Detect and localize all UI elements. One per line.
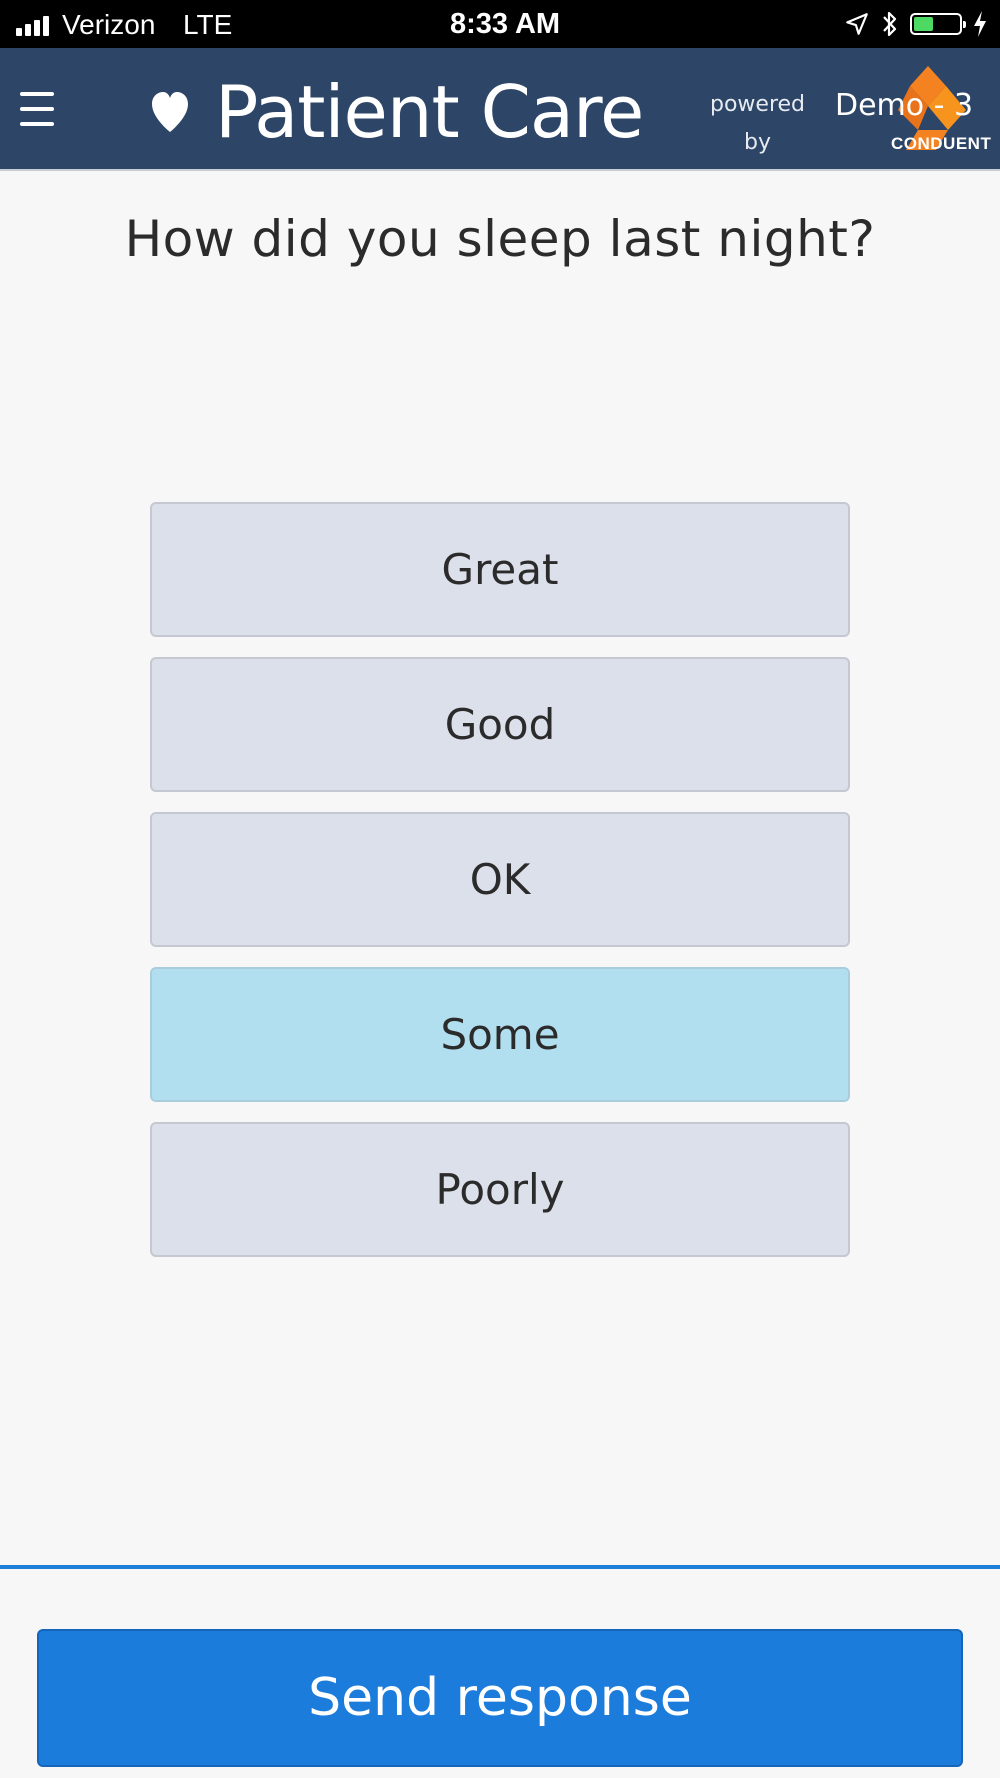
- option-ok[interactable]: OK: [150, 812, 850, 947]
- hamburger-menu-icon[interactable]: [20, 92, 54, 126]
- app-header: Patient Care powered by Demo - 3: [0, 48, 1000, 171]
- charging-bolt-icon: [974, 11, 986, 37]
- logo-text: CONDUENT: [891, 134, 992, 153]
- demo-label: Demo - 3: [835, 88, 974, 123]
- footer-divider: [0, 1565, 1000, 1569]
- status-bar: Verizon LTE 8:33 AM: [0, 0, 1000, 48]
- option-great[interactable]: Great: [150, 502, 850, 637]
- powered-by-line1: powered: [709, 92, 805, 117]
- option-good[interactable]: Good: [150, 657, 850, 792]
- status-icons: [844, 8, 988, 40]
- survey-question: How did you sleep last night?: [124, 210, 876, 268]
- option-poorly[interactable]: Poorly: [150, 1122, 850, 1257]
- option-some[interactable]: Some: [150, 967, 850, 1102]
- powered-by-text: powered by: [705, 86, 810, 162]
- battery-icon: [910, 13, 966, 35]
- heart-icon: [152, 92, 188, 132]
- location-arrow-icon: [846, 13, 868, 35]
- powered-by-line2: by: [744, 130, 771, 155]
- app-title: Patient Care: [215, 70, 644, 154]
- bluetooth-icon: [883, 11, 897, 37]
- answer-options: Great Good OK Some Poorly: [150, 502, 850, 1277]
- send-response-button[interactable]: Send response: [37, 1629, 963, 1767]
